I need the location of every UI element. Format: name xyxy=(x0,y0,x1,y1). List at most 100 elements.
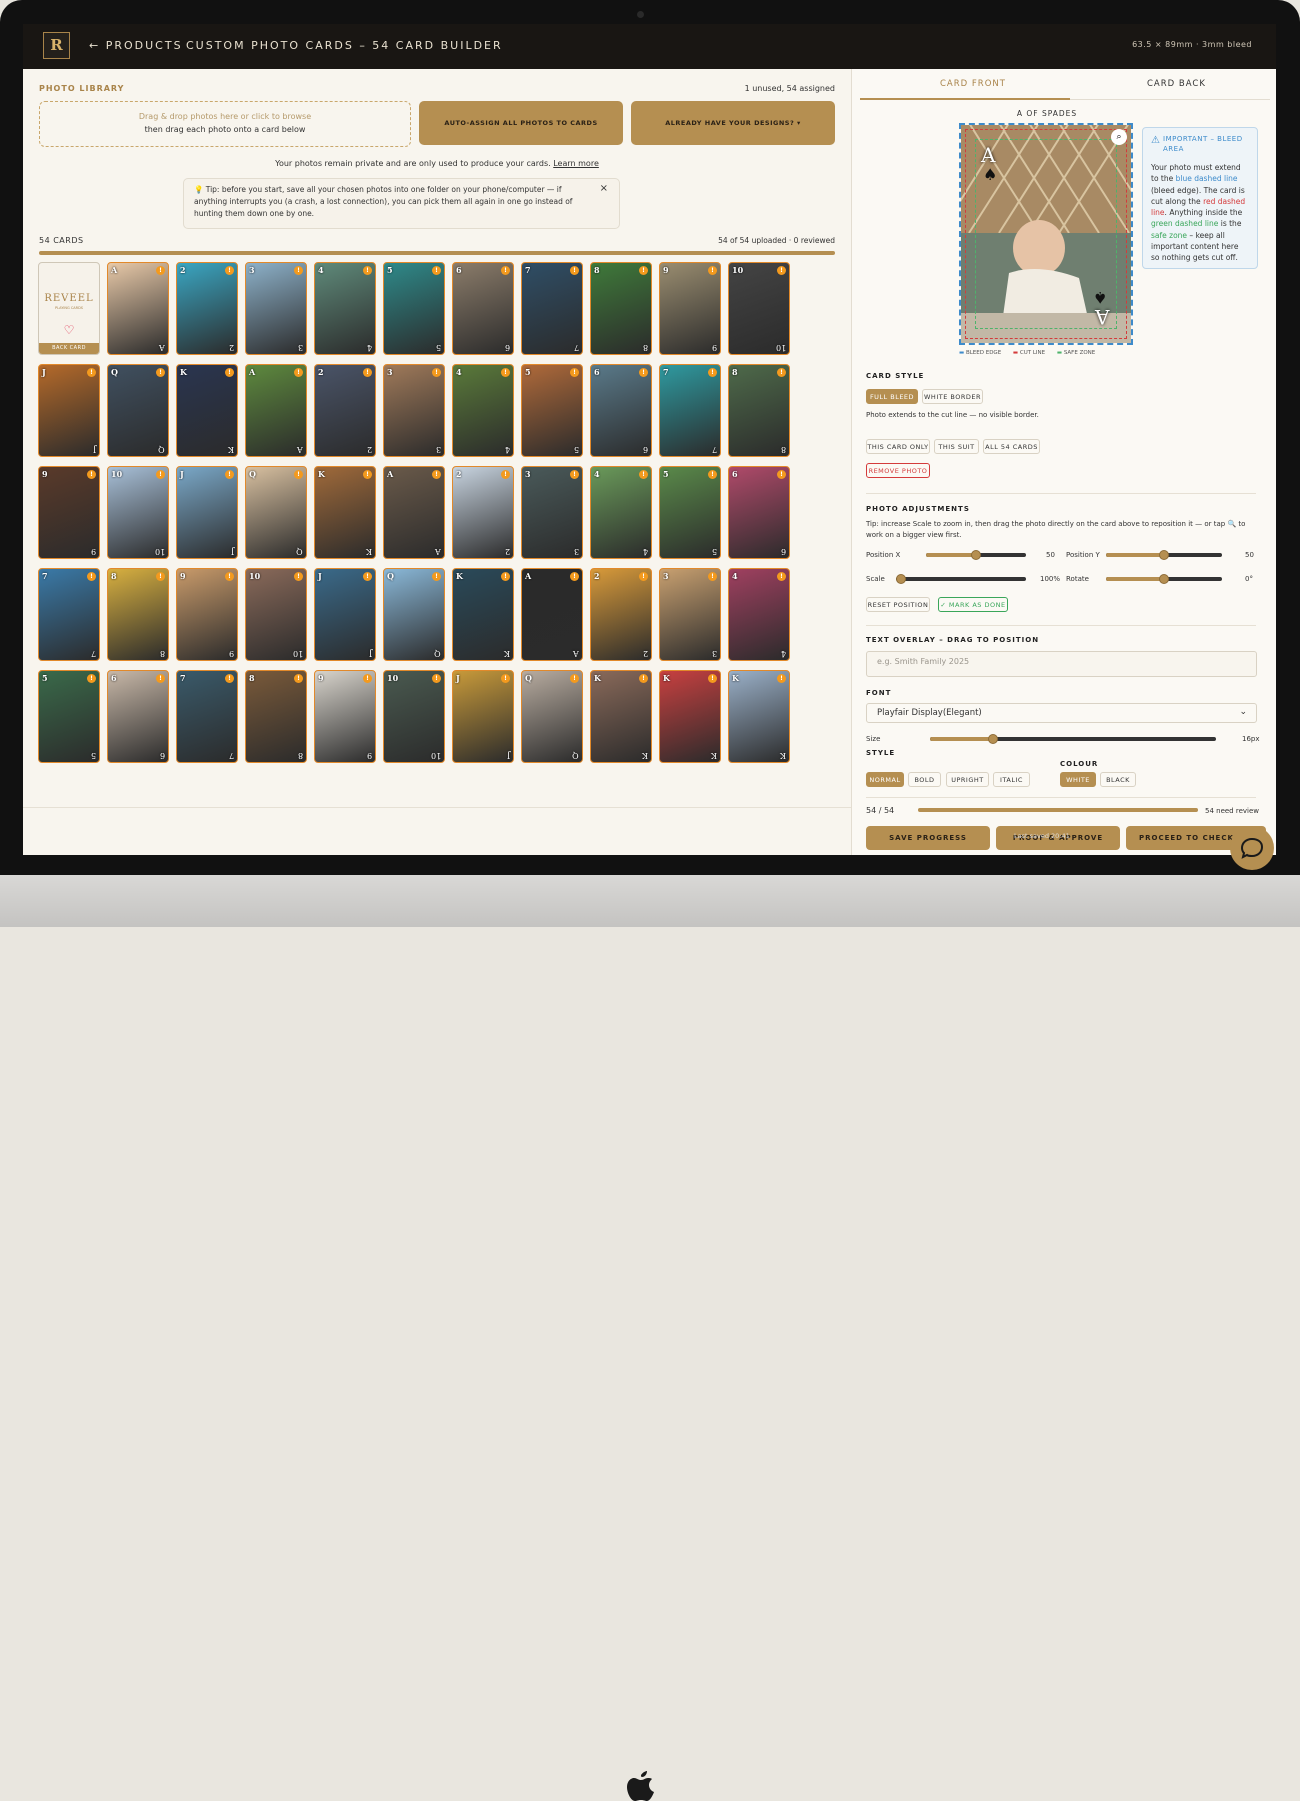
playing-card[interactable]: 7 7! xyxy=(521,262,583,355)
playing-card[interactable]: J J! xyxy=(452,670,514,763)
style-italic-button[interactable]: ITALIC xyxy=(993,772,1030,787)
playing-card[interactable]: K K! xyxy=(176,364,238,457)
card-rank: 7 xyxy=(525,265,531,275)
playing-card[interactable]: Q Q! xyxy=(383,568,445,661)
playing-card[interactable]: 7 7! xyxy=(176,670,238,763)
playing-card[interactable]: 6 6! xyxy=(452,262,514,355)
playing-card[interactable]: 3 3! xyxy=(245,262,307,355)
playing-card[interactable]: A A! xyxy=(245,364,307,457)
apply-this-card-button[interactable]: THIS CARD ONLY xyxy=(866,439,930,454)
have-designs-dropdown[interactable]: ALREADY HAVE YOUR DESIGNS? ▾ xyxy=(631,101,835,145)
playing-card[interactable]: Q Q! xyxy=(107,364,169,457)
style-label: STYLE xyxy=(866,749,896,757)
playing-card[interactable]: 2 2! xyxy=(590,568,652,661)
playing-card[interactable]: 10 10! xyxy=(245,568,307,661)
playing-card[interactable]: 4 4! xyxy=(452,364,514,457)
reset-position-button[interactable]: RESET POSITION xyxy=(866,597,930,612)
playing-card[interactable]: K K! xyxy=(728,670,790,763)
card-rank-bottom: 10 xyxy=(775,343,786,352)
playing-card[interactable]: A A! xyxy=(107,262,169,355)
rotate-slider[interactable] xyxy=(1106,574,1222,584)
colour-white-button[interactable]: WHITE xyxy=(1060,772,1096,787)
mark-as-done-button[interactable]: ✓ MARK AS DONE xyxy=(938,597,1008,612)
needs-review-icon: ! xyxy=(363,266,372,275)
style-upright-button[interactable]: UPRIGHT xyxy=(946,772,989,787)
playing-card[interactable]: 8 8! xyxy=(590,262,652,355)
playing-card[interactable]: K K! xyxy=(452,568,514,661)
learn-more-link[interactable]: Learn more xyxy=(553,159,599,168)
playing-card[interactable]: 9 9! xyxy=(659,262,721,355)
playing-card[interactable]: 6 6! xyxy=(590,364,652,457)
position-y-slider[interactable] xyxy=(1106,550,1222,560)
playing-card[interactable]: 2 2! xyxy=(452,466,514,559)
needs-review-icon: ! xyxy=(570,572,579,581)
style-normal-button[interactable]: NORMAL xyxy=(866,772,904,787)
tab-card-front[interactable]: CARD FRONT xyxy=(940,79,1006,89)
full-bleed-button[interactable]: FULL BLEED xyxy=(866,389,918,404)
playing-card[interactable]: 9 9! xyxy=(176,568,238,661)
photo-dropzone[interactable]: Drag & drop photos here or click to brow… xyxy=(39,101,411,147)
needs-review-icon: ! xyxy=(363,470,372,479)
apply-all-cards-button[interactable]: ALL 54 CARDS xyxy=(983,439,1040,454)
back-to-products-link[interactable]: ← PRODUCTS xyxy=(89,39,183,52)
close-icon[interactable]: × xyxy=(600,183,608,195)
card-rank-bottom: 3 xyxy=(711,649,717,658)
playing-card[interactable]: 10 10! xyxy=(728,262,790,355)
back-card[interactable]: REVEEL PLAYING CARDS ♡ BACK CARD xyxy=(38,262,100,355)
playing-card[interactable]: 8 8! xyxy=(245,670,307,763)
playing-card[interactable]: 4 4! xyxy=(314,262,376,355)
colour-black-button[interactable]: BLACK xyxy=(1100,772,1136,787)
position-x-slider[interactable] xyxy=(926,550,1026,560)
playing-card[interactable]: 3 3! xyxy=(521,466,583,559)
playing-card[interactable]: 5 5! xyxy=(659,466,721,559)
playing-card[interactable]: 7 7! xyxy=(659,364,721,457)
card-preview[interactable]: A ♠ A ♠ ⌕ xyxy=(959,123,1133,345)
playing-card[interactable]: 5 5! xyxy=(521,364,583,457)
playing-card[interactable]: K K! xyxy=(314,466,376,559)
font-size-slider[interactable] xyxy=(930,734,1216,744)
font-select[interactable]: Playfair Display(Elegant) ⌄ xyxy=(866,703,1257,723)
playing-card[interactable]: 9 9! xyxy=(314,670,376,763)
remove-photo-button[interactable]: REMOVE PHOTO xyxy=(866,463,930,478)
card-rank-bottom: K xyxy=(780,751,786,760)
cards-title: 54 CARDS xyxy=(39,236,84,245)
playing-card[interactable]: Q Q! xyxy=(245,466,307,559)
playing-card[interactable]: 4 4! xyxy=(590,466,652,559)
playing-card[interactable]: A A! xyxy=(521,568,583,661)
zoom-icon[interactable]: ⌕ xyxy=(1111,129,1127,145)
save-progress-button[interactable]: SAVE PROGRESS xyxy=(866,826,990,850)
overlay-text-input[interactable]: e.g. Smith Family 2025 xyxy=(866,651,1257,677)
white-border-button[interactable]: WHITE BORDER xyxy=(922,389,983,404)
playing-card[interactable]: J J! xyxy=(314,568,376,661)
tab-card-back[interactable]: CARD BACK xyxy=(1147,79,1206,89)
playing-card[interactable]: J J! xyxy=(38,364,100,457)
needs-review-icon: ! xyxy=(294,266,303,275)
playing-card[interactable]: K K! xyxy=(590,670,652,763)
playing-card[interactable]: J J! xyxy=(176,466,238,559)
playing-card[interactable]: 3 3! xyxy=(659,568,721,661)
playing-card[interactable]: 8 8! xyxy=(728,364,790,457)
chat-button[interactable] xyxy=(1230,826,1274,870)
playing-card[interactable]: 5 5! xyxy=(383,262,445,355)
playing-card[interactable]: A A! xyxy=(383,466,445,559)
playing-card[interactable]: 6 6! xyxy=(728,466,790,559)
playing-card[interactable]: 3 3! xyxy=(383,364,445,457)
playing-card[interactable]: 10 10! xyxy=(383,670,445,763)
brand-logo[interactable]: R xyxy=(43,32,70,59)
playing-card[interactable]: 8 8! xyxy=(107,568,169,661)
playing-card[interactable]: 10 10! xyxy=(107,466,169,559)
playing-card[interactable]: 9 9! xyxy=(38,466,100,559)
playing-card[interactable]: Q Q! xyxy=(521,670,583,763)
scale-slider[interactable] xyxy=(896,574,1026,584)
playing-card[interactable]: 6 6! xyxy=(107,670,169,763)
needs-review-icon: ! xyxy=(501,572,510,581)
playing-card[interactable]: 2 2! xyxy=(176,262,238,355)
apply-this-suit-button[interactable]: THIS SUIT xyxy=(934,439,979,454)
playing-card[interactable]: 5 5! xyxy=(38,670,100,763)
playing-card[interactable]: K K! xyxy=(659,670,721,763)
style-bold-button[interactable]: BOLD xyxy=(908,772,941,787)
playing-card[interactable]: 7 7! xyxy=(38,568,100,661)
auto-assign-button[interactable]: AUTO-ASSIGN ALL PHOTOS TO CARDS xyxy=(419,101,623,145)
playing-card[interactable]: 2 2! xyxy=(314,364,376,457)
playing-card[interactable]: 4 4! xyxy=(728,568,790,661)
